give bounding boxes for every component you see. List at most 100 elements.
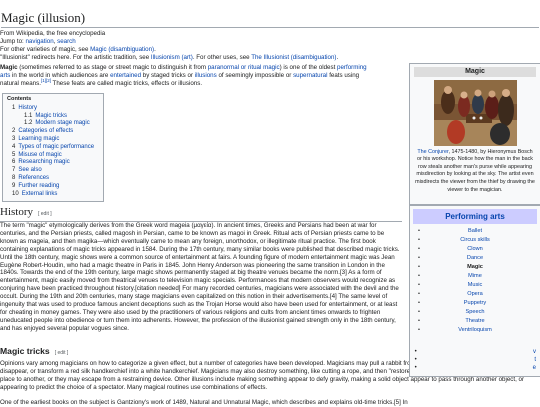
navbox-item-label[interactable]: Ballet (468, 228, 482, 234)
toc-item-label[interactable]: See also (18, 167, 41, 173)
citation-1-2[interactable]: [1][2] (41, 78, 51, 83)
jump-links: Jump to: navigation, search (0, 38, 76, 45)
navbox-item[interactable]: • Ventriloquism (410, 326, 540, 335)
toc-item-label[interactable]: Misuse of magic (18, 152, 61, 158)
bullet-icon: • (418, 300, 420, 306)
toc-item-label[interactable]: Learning magic (18, 136, 59, 142)
painting-image (433, 79, 517, 146)
toc-item[interactable]: 8 References (12, 175, 103, 183)
infobox-caption: Magic (414, 67, 536, 77)
performing-link[interactable]: performing (337, 64, 367, 71)
navbox-item[interactable]: • Circus skills (410, 236, 540, 245)
history-heading: History[ edit ] (0, 206, 402, 222)
tagline: From Wikipedia, the free encyclopedia (0, 30, 106, 37)
toc-title: Contents (7, 96, 32, 102)
bullet-icon: • (418, 309, 420, 315)
navbox-item[interactable]: • Music (410, 281, 540, 290)
navbox-item-label[interactable]: Puppetry (464, 300, 486, 306)
navbox-item-label[interactable]: Clown (467, 246, 483, 252)
navbox-item[interactable]: • Theatre (410, 317, 540, 326)
arts-link[interactable]: arts (0, 72, 10, 79)
toc-item-label[interactable]: Magic tricks (35, 113, 67, 119)
history-paragraph: The term "magic" etymologically derives … (0, 222, 400, 332)
toc-item[interactable]: 5 Misuse of magic (12, 152, 103, 160)
toc-item[interactable]: 1.2 Modern stage magic (12, 120, 103, 128)
navbox-item-label[interactable]: Opera (467, 291, 483, 297)
bullet-icon: • (418, 255, 420, 261)
navbox-title[interactable]: Performing arts (413, 209, 537, 224)
jump-search-link[interactable]: search (57, 38, 76, 45)
navbox-item-label[interactable]: Magic (467, 264, 483, 270)
navbox-item-label[interactable]: Music (468, 282, 483, 288)
navbox-talk-link[interactable]: • t (415, 356, 536, 364)
toc-item[interactable]: 9 Further reading (12, 183, 103, 191)
navbox-item[interactable]: • Dance (410, 254, 540, 263)
navbox-item-label[interactable]: Mime (468, 273, 482, 279)
illusionism-art-link[interactable]: Illusionism (art) (151, 54, 193, 61)
the-conjurer-link[interactable]: The Conjurer (417, 149, 448, 155)
navbox-edit-link[interactable]: • e (415, 364, 536, 372)
magic-tricks-paragraph-2: One of the earliest books on the subject… (0, 399, 408, 406)
bullet-icon: • (418, 264, 420, 270)
toc-item[interactable]: 2 Categories of effects (12, 128, 103, 136)
hatnote-illusionist: "Illusionist" redirects here. For the ar… (0, 54, 339, 61)
paranormal-link[interactable]: paranormal or ritual magic (208, 64, 280, 71)
toc-item[interactable]: 6 Researching magic (12, 159, 103, 167)
navbox-vte: • v • t • e (415, 348, 536, 372)
navbox-item-label[interactable]: Dance (467, 255, 483, 261)
intro-line-2: arts in the world in which audiences are… (0, 72, 360, 79)
toc-item[interactable]: 1.1 Magic tricks (12, 113, 103, 121)
intro-line-1: Magic (sometimes referred to as stage or… (0, 64, 367, 71)
toc-item[interactable]: 3 Learning magic (12, 136, 103, 144)
bullet-icon: • (418, 246, 420, 252)
infobox: Magic The Conjurer, 1475-1480, by Hieron… (409, 63, 540, 205)
navbox-item-label[interactable]: Circus skills (460, 237, 490, 243)
bullet-icon: • (418, 228, 420, 234)
toc-item-label[interactable]: Categories of effects (18, 128, 73, 134)
navbox-item[interactable]: • Speech (410, 308, 540, 317)
toc-item[interactable]: 10 External links (12, 191, 103, 199)
navbox-item[interactable]: • Opera (410, 290, 540, 299)
navbox-item-label[interactable]: Speech (466, 309, 485, 315)
navbox-item[interactable]: • Ballet (410, 227, 540, 236)
bullet-icon: • (418, 273, 420, 279)
hatnote-disambiguation: For other varieties of magic, see Magic … (0, 46, 156, 53)
navbox-item[interactable]: • Puppetry (410, 299, 540, 308)
magic-disambiguation-link[interactable]: Magic (disambiguation) (90, 46, 154, 53)
page-title: Magic (illusion) (1, 10, 539, 28)
article-page: Magic (illusion) From Wikipedia, the fre… (0, 0, 540, 406)
navbox-item-label[interactable]: Theatre (465, 318, 484, 324)
illusions-link[interactable]: illusions (195, 72, 217, 79)
intro-line-3: natural means.[1][2] These feats are cal… (0, 77, 203, 87)
the-conjurer-painting[interactable] (433, 79, 517, 146)
magic-tricks-edit-link[interactable]: [ edit ] (55, 350, 69, 356)
infobox-description: The Conjurer, 1475-1480, by Hieronymus B… (415, 148, 535, 193)
history-edit-link[interactable]: [ edit ] (38, 211, 52, 217)
navbox-item-label[interactable]: Ventriloquism (458, 327, 492, 333)
toc-item-label[interactable]: Modern stage magic (35, 120, 89, 126)
toc-list: 1 History 1.1 Magic tricks 1.2 Modern stage m… (3, 104, 103, 199)
performing-arts-navbox: Performing arts • Ballet • Circus skills • Cl… (409, 205, 540, 377)
navbox-item[interactable]: • Magic (410, 263, 540, 272)
supernatural-link[interactable]: supernatural (293, 72, 327, 79)
navbox-item[interactable]: • Clown (410, 245, 540, 254)
illusionist-disambiguation-link[interactable]: The Illusionist (disambiguation) (251, 54, 336, 61)
toc-item[interactable]: 7 See also (12, 167, 103, 175)
toc-item-label[interactable]: Further reading (18, 183, 59, 189)
jump-navigation-link[interactable]: navigation (25, 38, 53, 45)
navbox-view-link[interactable]: • v (415, 348, 536, 356)
toc-item-label[interactable]: Researching magic (18, 159, 69, 165)
navbox-item[interactable]: • Mime (410, 272, 540, 281)
bullet-icon: • (418, 291, 420, 297)
toc-item[interactable]: 1 History (12, 105, 103, 113)
toc-item-label[interactable]: External links (22, 191, 58, 197)
magic-tricks-heading: Magic tricks[ edit ] (0, 346, 69, 356)
bullet-icon: • (418, 237, 420, 243)
toc-item-label[interactable]: Types of magic performance (18, 144, 94, 150)
table-of-contents: Contents 1 History 1.1 Magic tricks 1.2 Moder… (2, 93, 104, 202)
toc-item-label[interactable]: History (18, 105, 37, 111)
toc-item-label[interactable]: References (18, 175, 49, 181)
toc-item[interactable]: 4 Types of magic performance (12, 144, 103, 152)
entertained-link[interactable]: entertained (110, 72, 141, 79)
navbox-list: • Ballet • Circus skills • Clown • Dance • Magic •… (410, 227, 540, 335)
